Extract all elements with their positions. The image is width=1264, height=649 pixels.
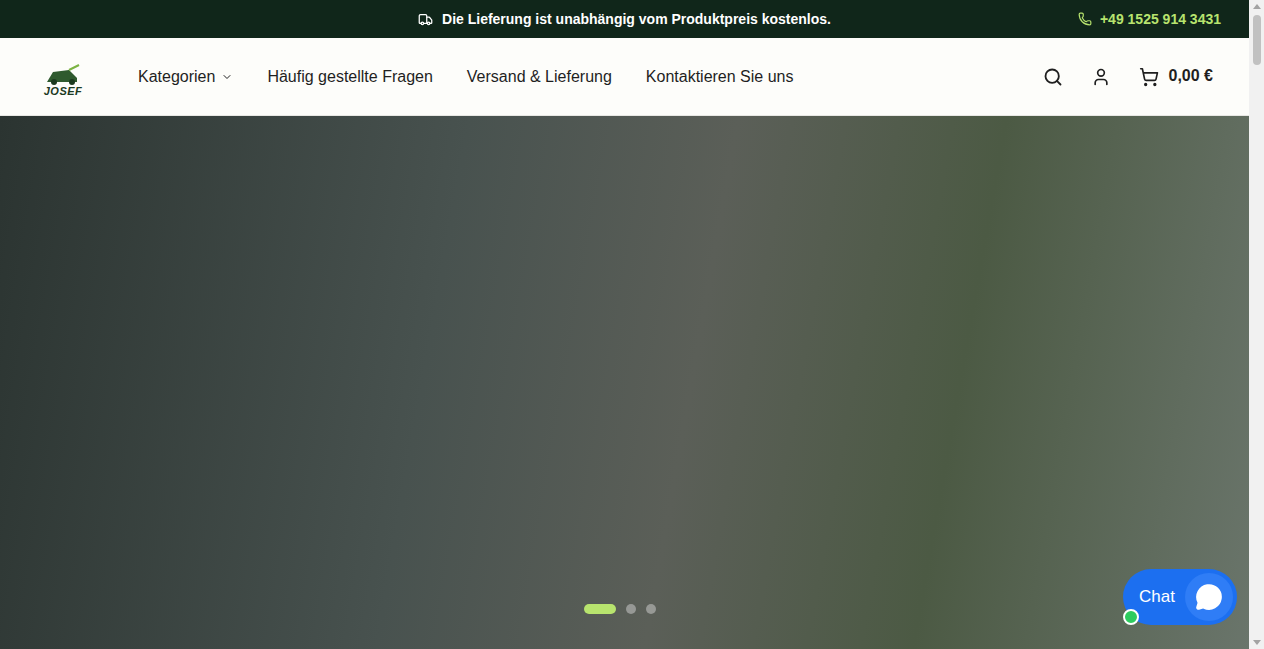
nav-item[interactable]: Kategorien bbox=[138, 68, 233, 86]
phone-number: +49 1525 914 3431 bbox=[1100, 11, 1221, 27]
chevron-down-icon bbox=[221, 71, 233, 83]
announcement-bar: Die Lieferung ist unabhängig vom Produkt… bbox=[0, 0, 1249, 38]
user-icon bbox=[1091, 67, 1111, 87]
header-actions: 0,00 € bbox=[1043, 67, 1213, 87]
chat-bubble bbox=[1185, 573, 1233, 621]
nav-item[interactable]: Kontaktieren Sie uns bbox=[646, 68, 794, 86]
search-icon bbox=[1043, 67, 1063, 87]
cart-icon bbox=[1139, 67, 1159, 87]
scroll-up-icon[interactable] bbox=[1253, 4, 1261, 9]
account-button[interactable] bbox=[1091, 67, 1111, 87]
announcement-text: Die Lieferung ist unabhängig vom Produkt… bbox=[442, 11, 831, 27]
main-nav: Kategorien Häufig gestellte Fragen Versand… bbox=[138, 68, 793, 86]
online-status-dot bbox=[1123, 609, 1139, 625]
cart-button[interactable]: 0,00 € bbox=[1139, 67, 1213, 87]
page: Die Lieferung ist unabhängig vom Produkt… bbox=[0, 0, 1264, 649]
nav-item[interactable]: Versand & Lieferung bbox=[467, 68, 612, 86]
announcement: Die Lieferung ist unabhängig vom Produkt… bbox=[418, 11, 831, 27]
hero-slider bbox=[0, 116, 1249, 649]
mower-icon bbox=[43, 64, 83, 86]
main: Die Lieferung ist unabhängig vom Produkt… bbox=[0, 0, 1249, 649]
slider-dot[interactable] bbox=[646, 604, 656, 614]
truck-icon bbox=[418, 12, 433, 27]
slider-dots bbox=[0, 604, 1249, 614]
chat-icon bbox=[1195, 583, 1223, 611]
phone-icon bbox=[1078, 12, 1092, 26]
scroll-thumb[interactable] bbox=[1253, 15, 1261, 65]
slider-dot[interactable] bbox=[626, 604, 636, 614]
chat-button[interactable]: Chat bbox=[1123, 569, 1237, 625]
nav-item[interactable]: Häufig gestellte Fragen bbox=[267, 68, 432, 86]
search-button[interactable] bbox=[1043, 67, 1063, 87]
scrollbar[interactable] bbox=[1249, 0, 1264, 649]
header: JOSEF Kategorien Häufig gestellte Fragen Ve… bbox=[0, 38, 1249, 116]
phone-link[interactable]: +49 1525 914 3431 bbox=[1078, 0, 1221, 38]
slider-dot[interactable] bbox=[584, 604, 616, 614]
logo-text: JOSEF bbox=[44, 86, 83, 97]
logo[interactable]: JOSEF bbox=[36, 57, 90, 97]
chat-label: Chat bbox=[1139, 587, 1175, 607]
cart-total: 0,00 € bbox=[1169, 67, 1213, 87]
scroll-down-icon[interactable] bbox=[1253, 640, 1261, 645]
